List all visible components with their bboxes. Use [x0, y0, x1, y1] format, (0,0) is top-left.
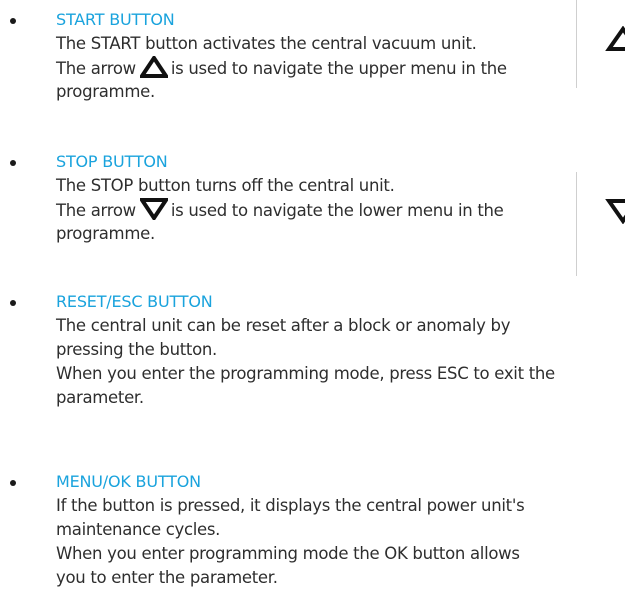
- body-line-part: is used to navigate the upper menu in th…: [170, 59, 507, 78]
- body-line: parameter.: [56, 388, 144, 407]
- section-body: If the button is pressed, it displays th…: [56, 494, 525, 590]
- divider-line: [576, 0, 577, 88]
- down-triangle-icon: [605, 199, 625, 224]
- up-triangle-icon: [139, 56, 168, 78]
- body-line-with-arrow: The arrow is used to navigate the lower m…: [56, 198, 504, 222]
- body-line-part: The arrow: [56, 201, 136, 220]
- section-heading: RESET/ESC BUTTON: [56, 292, 213, 311]
- body-line-part: is used to navigate the lower menu in th…: [170, 201, 504, 220]
- body-line: The START button activates the central v…: [56, 34, 477, 53]
- body-line: When you enter the programming mode, pre…: [56, 364, 555, 383]
- section-body: The STOP button turns off the central un…: [56, 174, 504, 246]
- bullet: [10, 480, 16, 486]
- body-line: maintenance cycles.: [56, 520, 221, 539]
- body-line: you to enter the parameter.: [56, 568, 278, 587]
- body-line: The central unit can be reset after a bl…: [56, 316, 511, 335]
- section-heading: MENU/OK BUTTON: [56, 472, 201, 491]
- body-line: programme.: [56, 82, 155, 101]
- section-heading: START BUTTON: [56, 10, 175, 29]
- bullet: [10, 18, 16, 24]
- body-line: pressing the button.: [56, 340, 217, 359]
- bullet: [10, 160, 16, 166]
- body-line-with-arrow: The arrow is used to navigate the upper m…: [56, 56, 507, 80]
- up-triangle-icon: [605, 26, 625, 51]
- body-line-part: The arrow: [56, 59, 136, 78]
- body-line: The STOP button turns off the central un…: [56, 176, 395, 195]
- section-body: The START button activates the central v…: [56, 32, 507, 104]
- divider-line: [576, 172, 577, 276]
- bullet: [10, 300, 16, 306]
- body-line: programme.: [56, 224, 155, 243]
- body-line: If the button is pressed, it displays th…: [56, 496, 525, 515]
- down-triangle-icon: [139, 198, 168, 220]
- section-heading: STOP BUTTON: [56, 152, 168, 171]
- section-body: The central unit can be reset after a bl…: [56, 314, 555, 410]
- body-line: When you enter programming mode the OK b…: [56, 544, 520, 563]
